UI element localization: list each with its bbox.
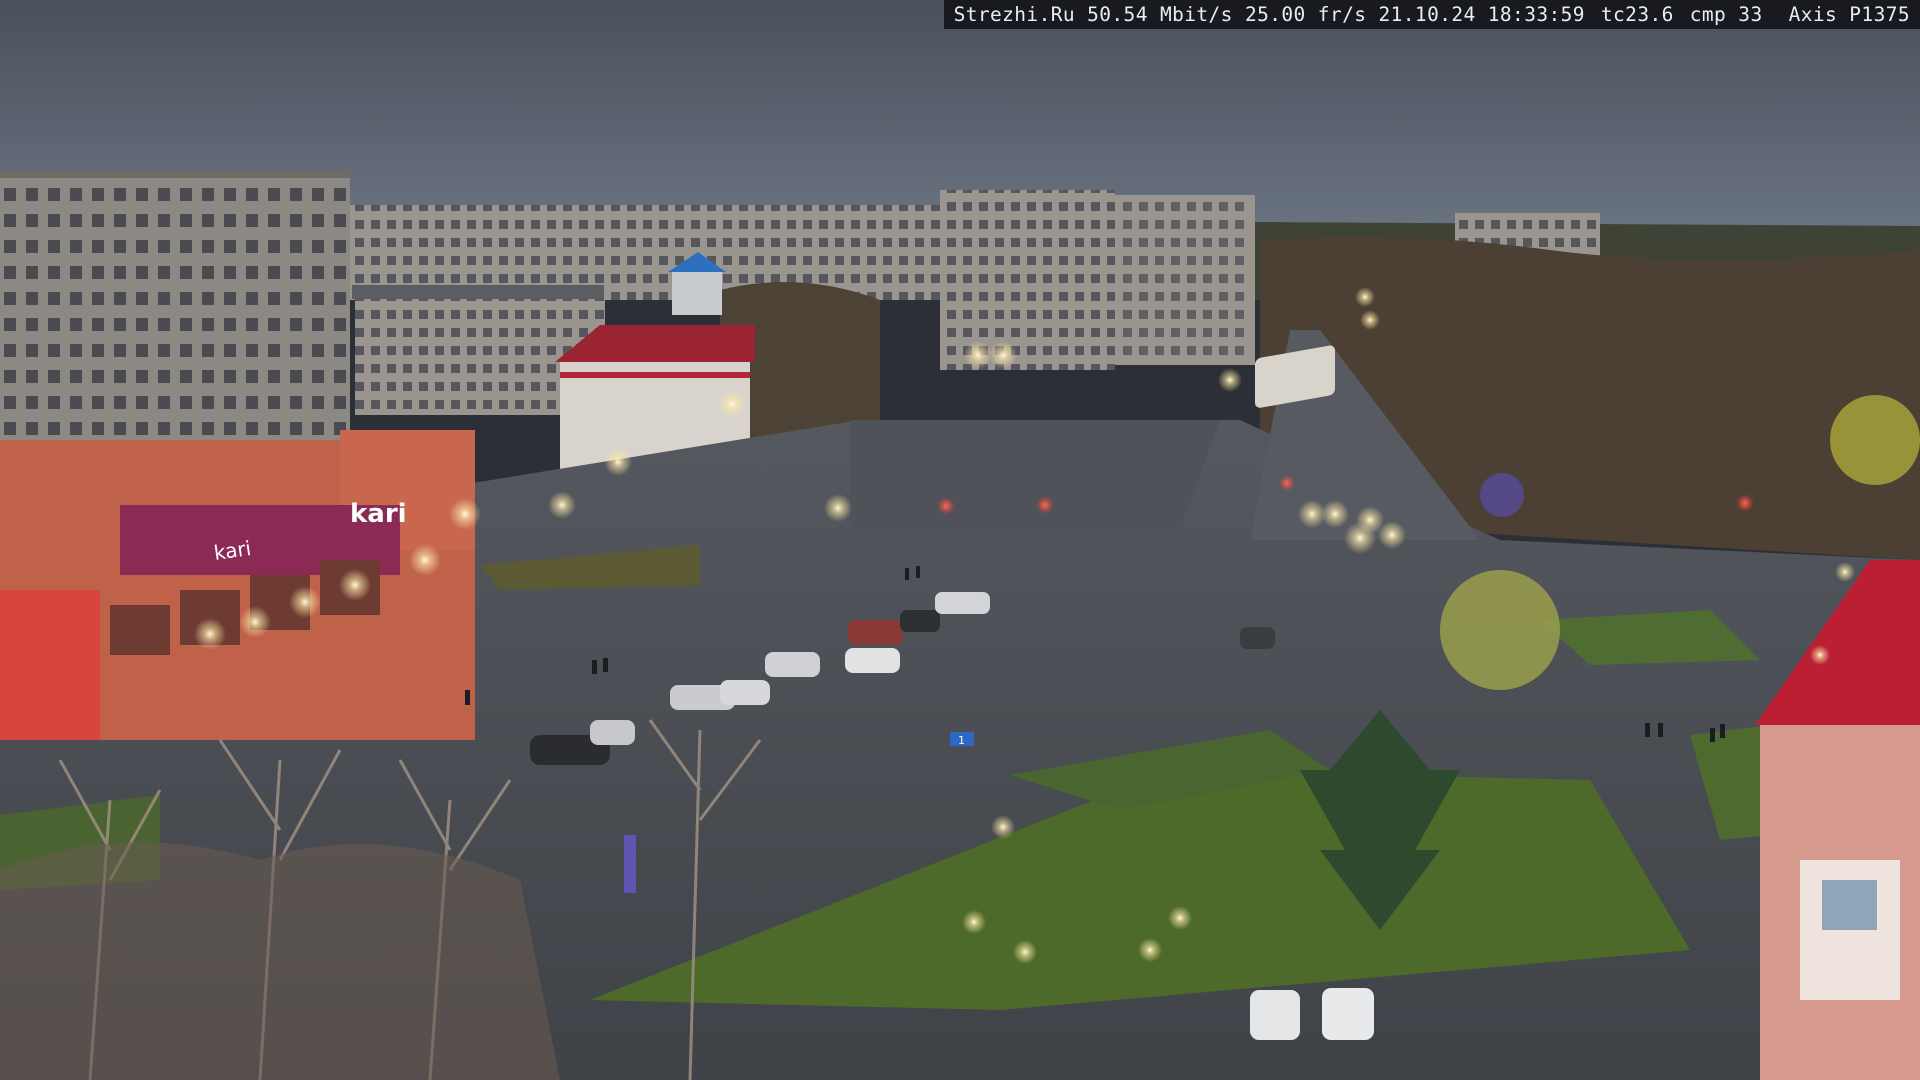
car: [1250, 990, 1300, 1040]
blue-roof-tower: [672, 270, 722, 315]
car: [848, 620, 903, 645]
store-logo: kari: [350, 499, 407, 529]
camera-osd-overlay: Strezhi.Ru 50.54 Mbit/s 25.00 fr/s 21.10…: [943, 0, 1920, 29]
car: [765, 652, 820, 677]
osd-time: 18:33:59: [1487, 3, 1585, 26]
sign-bus-stop-label: 1: [958, 734, 965, 747]
car: [1240, 627, 1275, 649]
camera-frame: kari kari 1 Strezhi.Ru 50.54 Mbit/s 25.0…: [0, 0, 1920, 1080]
car: [900, 610, 940, 632]
osd-framerate: 25.00 fr/s: [1244, 3, 1367, 26]
upper-square: [850, 420, 1220, 530]
osd-site: Strezhi.Ru: [953, 3, 1075, 26]
osd-bitrate: 50.54 Mbit/s: [1087, 3, 1233, 26]
light-decoration: [1480, 473, 1524, 517]
car: [1322, 988, 1374, 1040]
yellow-birch: [1440, 570, 1560, 690]
store-banner-text: kari: [212, 536, 252, 565]
webcam-scene: kari kari 1: [0, 0, 1920, 1080]
osd-date: 21.10.24: [1378, 3, 1476, 26]
car: [590, 720, 635, 745]
osd-tc: tc23.6: [1600, 3, 1674, 26]
car: [845, 648, 900, 673]
osd-camera-model: Axis P1375: [1788, 3, 1910, 26]
tall-building-center: [940, 190, 1115, 370]
osd-cmp: cmp 33: [1689, 3, 1763, 26]
car: [720, 680, 770, 705]
car: [935, 592, 990, 614]
